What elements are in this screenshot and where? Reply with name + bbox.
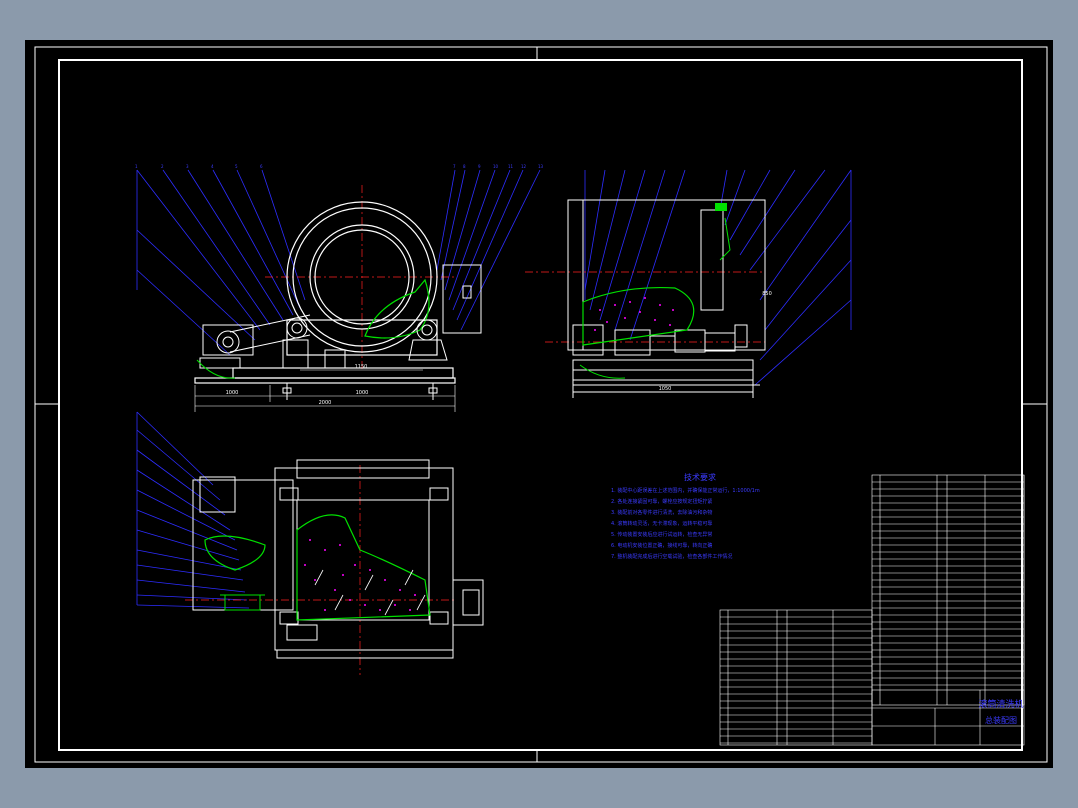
technical-requirements: 技术要求 1. 装配中心距误差在上述范围内，并确保能正常运行，1:1000/1m… [611, 472, 760, 560]
front-view-leaders [136, 169, 541, 356]
parts-list-left [719, 609, 873, 746]
tech-req-item: 5. 传动装置安装后应进行试运转，检查无异常 [611, 531, 712, 538]
tech-req-item: 7. 整机装配完成后进行空载试验，检查各部件工作情况 [611, 553, 732, 560]
dim-front-total: 2000 [319, 400, 332, 406]
front-view: 123 456 789 10 11 12 13 1000 1000 2000 1… [135, 164, 544, 412]
table-rows [872, 481, 1024, 686]
svg-text:7: 7 [453, 164, 456, 169]
dim-front-inner: 1150 [355, 364, 368, 370]
tech-req-item: 1. 装配中心距误差在上述范围内，并确保能正常运行，1:1000/1m [611, 487, 760, 494]
tech-req-title: 技术要求 [684, 472, 716, 482]
drawing-frame [34, 46, 1048, 763]
table-rows [720, 616, 872, 744]
cad-drawing: 123 456 789 10 11 12 13 1000 1000 2000 1… [34, 46, 1048, 763]
svg-text:11: 11 [508, 164, 514, 169]
svg-text:10: 10 [493, 164, 499, 169]
svg-text:1: 1 [135, 164, 138, 169]
front-view-balloons: 123 456 789 10 11 12 13 [135, 164, 544, 169]
tech-req-item: 2. 各处连接紧固可靠，螺栓应按规定扭矩拧紧 [611, 498, 712, 505]
tech-req-item: 3. 装配前对各零件进行清洗，去除油污和杂物 [611, 509, 712, 516]
dim-side-right: 850 [762, 291, 772, 297]
svg-text:13: 13 [538, 164, 544, 169]
tech-req-item: 4. 滚筒转动灵活，无卡滞现象，运转平稳可靠 [611, 520, 712, 527]
svg-text:5: 5 [235, 164, 238, 169]
drawing-type: 总装配图 [985, 715, 1017, 725]
svg-text:3: 3 [186, 164, 189, 169]
svg-text:9: 9 [478, 164, 481, 169]
svg-text:6: 6 [260, 164, 263, 169]
side-view: 1050 850 [525, 169, 852, 398]
dim-front-right: 1000 [356, 390, 369, 396]
side-view-leaders [584, 169, 852, 386]
drawing-name: 滚筒清洗机 [978, 698, 1023, 710]
svg-text:2: 2 [161, 164, 164, 169]
top-view [136, 411, 484, 675]
svg-text:12: 12 [521, 164, 527, 169]
dim-front-left: 1000 [226, 390, 239, 396]
svg-text:4: 4 [211, 164, 214, 169]
tech-req-item: 6. 电动机安装位置正确，接线可靠，转向正确 [611, 542, 712, 549]
parts-list-right [871, 474, 1025, 706]
dim-side-width: 1050 [659, 386, 672, 392]
drawing-viewport[interactable]: 123 456 789 10 11 12 13 1000 1000 2000 1… [25, 40, 1053, 768]
svg-text:8: 8 [463, 164, 466, 169]
